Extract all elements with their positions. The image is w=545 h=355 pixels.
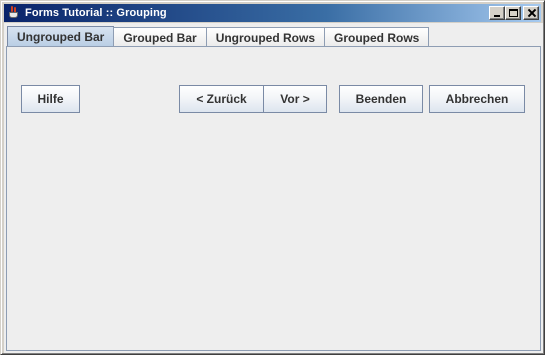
help-button[interactable]: Hilfe [21, 85, 80, 113]
close-button[interactable] [523, 6, 539, 20]
finish-button[interactable]: Beenden [339, 85, 423, 113]
back-button[interactable]: < Zurück [179, 85, 264, 113]
title-bar[interactable]: Forms Tutorial :: Grouping [4, 4, 541, 22]
window-title: Forms Tutorial :: Grouping [25, 7, 167, 19]
tab-panel: Hilfe < Zurück Vor > Beenden Abbrechen [6, 46, 541, 351]
tab-grouped-rows[interactable]: Grouped Rows [324, 27, 430, 47]
tab-ungrouped-bar[interactable]: Ungrouped Bar [7, 26, 115, 47]
tab-grouped-bar[interactable]: Grouped Bar [113, 27, 207, 47]
window-controls [489, 6, 539, 20]
cancel-button[interactable]: Abbrechen [429, 85, 525, 113]
maximize-button[interactable] [505, 6, 521, 20]
java-cup-icon[interactable] [7, 6, 21, 20]
minimize-icon [494, 15, 500, 17]
maximize-icon [509, 9, 518, 17]
tab-ungrouped-rows[interactable]: Ungrouped Rows [205, 27, 326, 47]
next-button[interactable]: Vor > [263, 85, 327, 113]
minimize-button[interactable] [489, 6, 505, 20]
app-window: Forms Tutorial :: Grouping Ungrouped Bar… [0, 0, 545, 355]
tab-strip: Ungrouped Bar Grouped Bar Ungrouped Rows… [7, 25, 430, 47]
close-icon [527, 8, 536, 18]
content-pane: Ungrouped Bar Grouped Bar Ungrouped Rows… [4, 23, 543, 353]
